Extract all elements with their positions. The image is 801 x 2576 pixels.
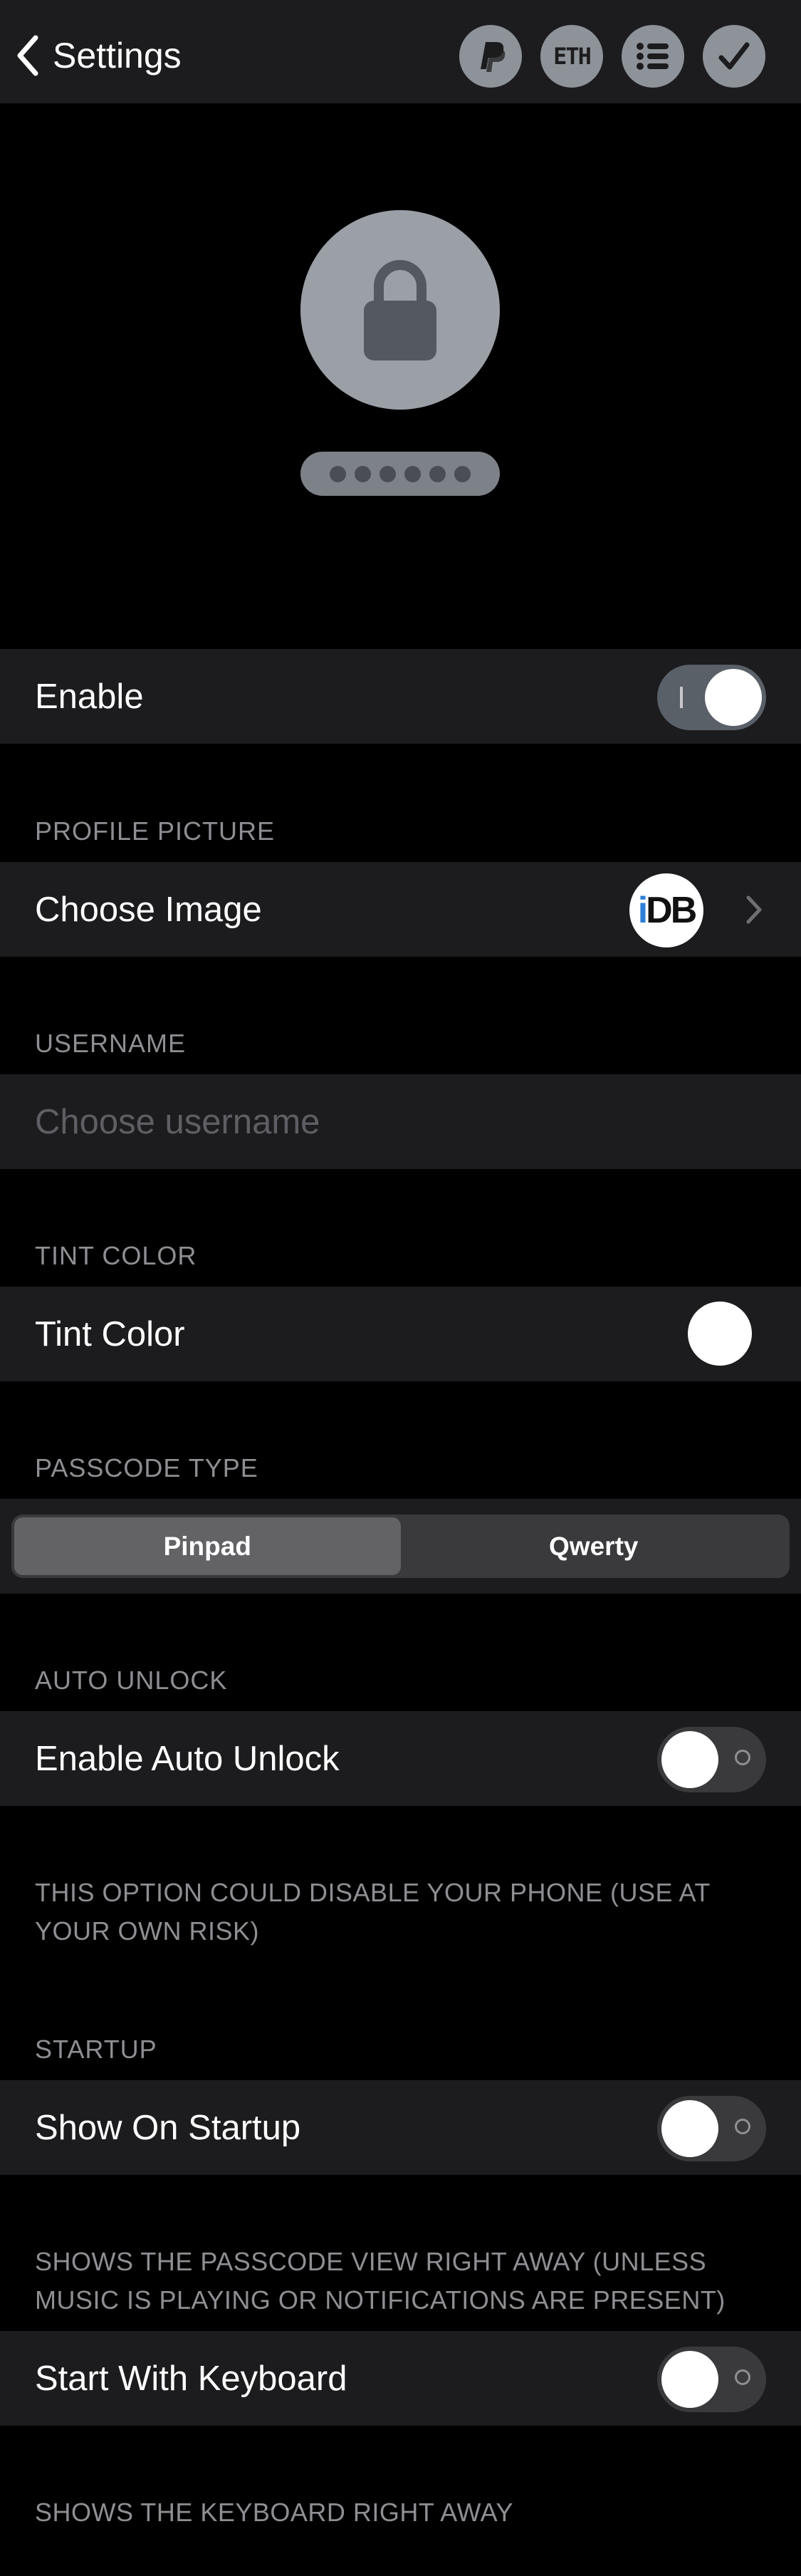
toggle-off-mark [735, 2369, 750, 2385]
passcode-dot [429, 465, 446, 482]
auto-unlock-cell: Enable Auto Unlock [0, 1711, 801, 1806]
back-button-label: Settings [53, 36, 182, 76]
auto-unlock-footer: THIS OPTION COULD DISABLE YOUR PHONE (US… [35, 1878, 711, 1946]
tint-color-label: Tint Color [35, 1314, 185, 1354]
choose-image-label: Choose Image [35, 890, 262, 929]
passcode-dots [300, 452, 500, 496]
toggle-on-mark [680, 687, 683, 708]
tint-color-swatch[interactable] [688, 1302, 752, 1366]
passcode-dot [379, 465, 396, 482]
show-on-startup-footer: SHOWS THE PASSCODE VIEW RIGHT AWAY (UNLE… [35, 2247, 726, 2315]
tint-color-header: TINT COLOR [35, 1241, 197, 1270]
auto-unlock-label: Enable Auto Unlock [35, 1739, 340, 1778]
lock-icon [364, 260, 436, 360]
tint-color-cell[interactable]: Tint Color [0, 1287, 801, 1381]
profile-avatar: i DB [629, 873, 703, 947]
show-on-startup-toggle[interactable] [657, 2096, 766, 2161]
avatar-text-i: i [637, 890, 649, 931]
eth-icon: ETH [553, 43, 592, 70]
start-with-keyboard-cell: Start With Keyboard [0, 2331, 801, 2426]
paypal-button[interactable] [459, 25, 522, 88]
passcode-dot [454, 465, 471, 482]
enable-label: Enable [35, 677, 144, 716]
toggle-off-mark [735, 2119, 750, 2134]
username-input[interactable]: Choose username [35, 1102, 320, 1142]
segment-qwerty[interactable]: Qwerty [401, 1517, 787, 1575]
toggle-knob [705, 669, 762, 726]
chevron-left-icon [17, 35, 38, 76]
toggle-knob [661, 2100, 718, 2157]
show-on-startup-label: Show On Startup [35, 2108, 301, 2147]
passcode-type-cell: Pinpad Qwerty [0, 1499, 801, 1594]
toggle-knob [661, 2351, 718, 2408]
passcode-type-header: PASSCODE TYPE [35, 1453, 258, 1482]
auto-unlock-header: AUTO UNLOCK [35, 1666, 228, 1695]
checkmark-icon [718, 42, 750, 70]
back-button[interactable]: Settings [16, 27, 182, 84]
start-with-keyboard-label: Start With Keyboard [35, 2359, 347, 2398]
username-cell[interactable]: Choose username [0, 1074, 801, 1169]
enable-cell: Enable [0, 649, 801, 744]
done-button[interactable] [703, 25, 765, 88]
enable-toggle[interactable] [657, 665, 766, 730]
passcode-dot [355, 465, 371, 482]
username-header: USERNAME [35, 1029, 187, 1058]
navigation-bar: Settings ETH [0, 0, 801, 103]
avatar-text-db: DB [646, 890, 697, 931]
start-with-keyboard-toggle[interactable] [657, 2347, 766, 2412]
toggle-off-mark [735, 1750, 750, 1765]
toggle-knob [661, 1731, 718, 1788]
list-button[interactable] [622, 25, 684, 88]
list-icon [637, 43, 669, 70]
passcode-dot [330, 465, 346, 482]
auto-unlock-toggle[interactable] [657, 1727, 766, 1792]
choose-image-cell[interactable]: Choose Image i DB [0, 862, 801, 957]
paypal-icon [481, 42, 506, 72]
profile-picture-header: PROFILE PICTURE [35, 816, 276, 846]
passcode-type-segmented-control: Pinpad Qwerty [11, 1515, 790, 1578]
segment-pinpad[interactable]: Pinpad [14, 1517, 401, 1575]
startup-header: STARTUP [35, 2035, 157, 2064]
start-with-keyboard-footer: SHOWS THE KEYBOARD RIGHT AWAY [35, 2498, 513, 2527]
show-on-startup-cell: Show On Startup [0, 2080, 801, 2175]
chevron-right-icon [746, 895, 762, 924]
lock-preview [300, 210, 500, 410]
eth-button[interactable]: ETH [540, 25, 603, 88]
passcode-dot [404, 465, 421, 482]
